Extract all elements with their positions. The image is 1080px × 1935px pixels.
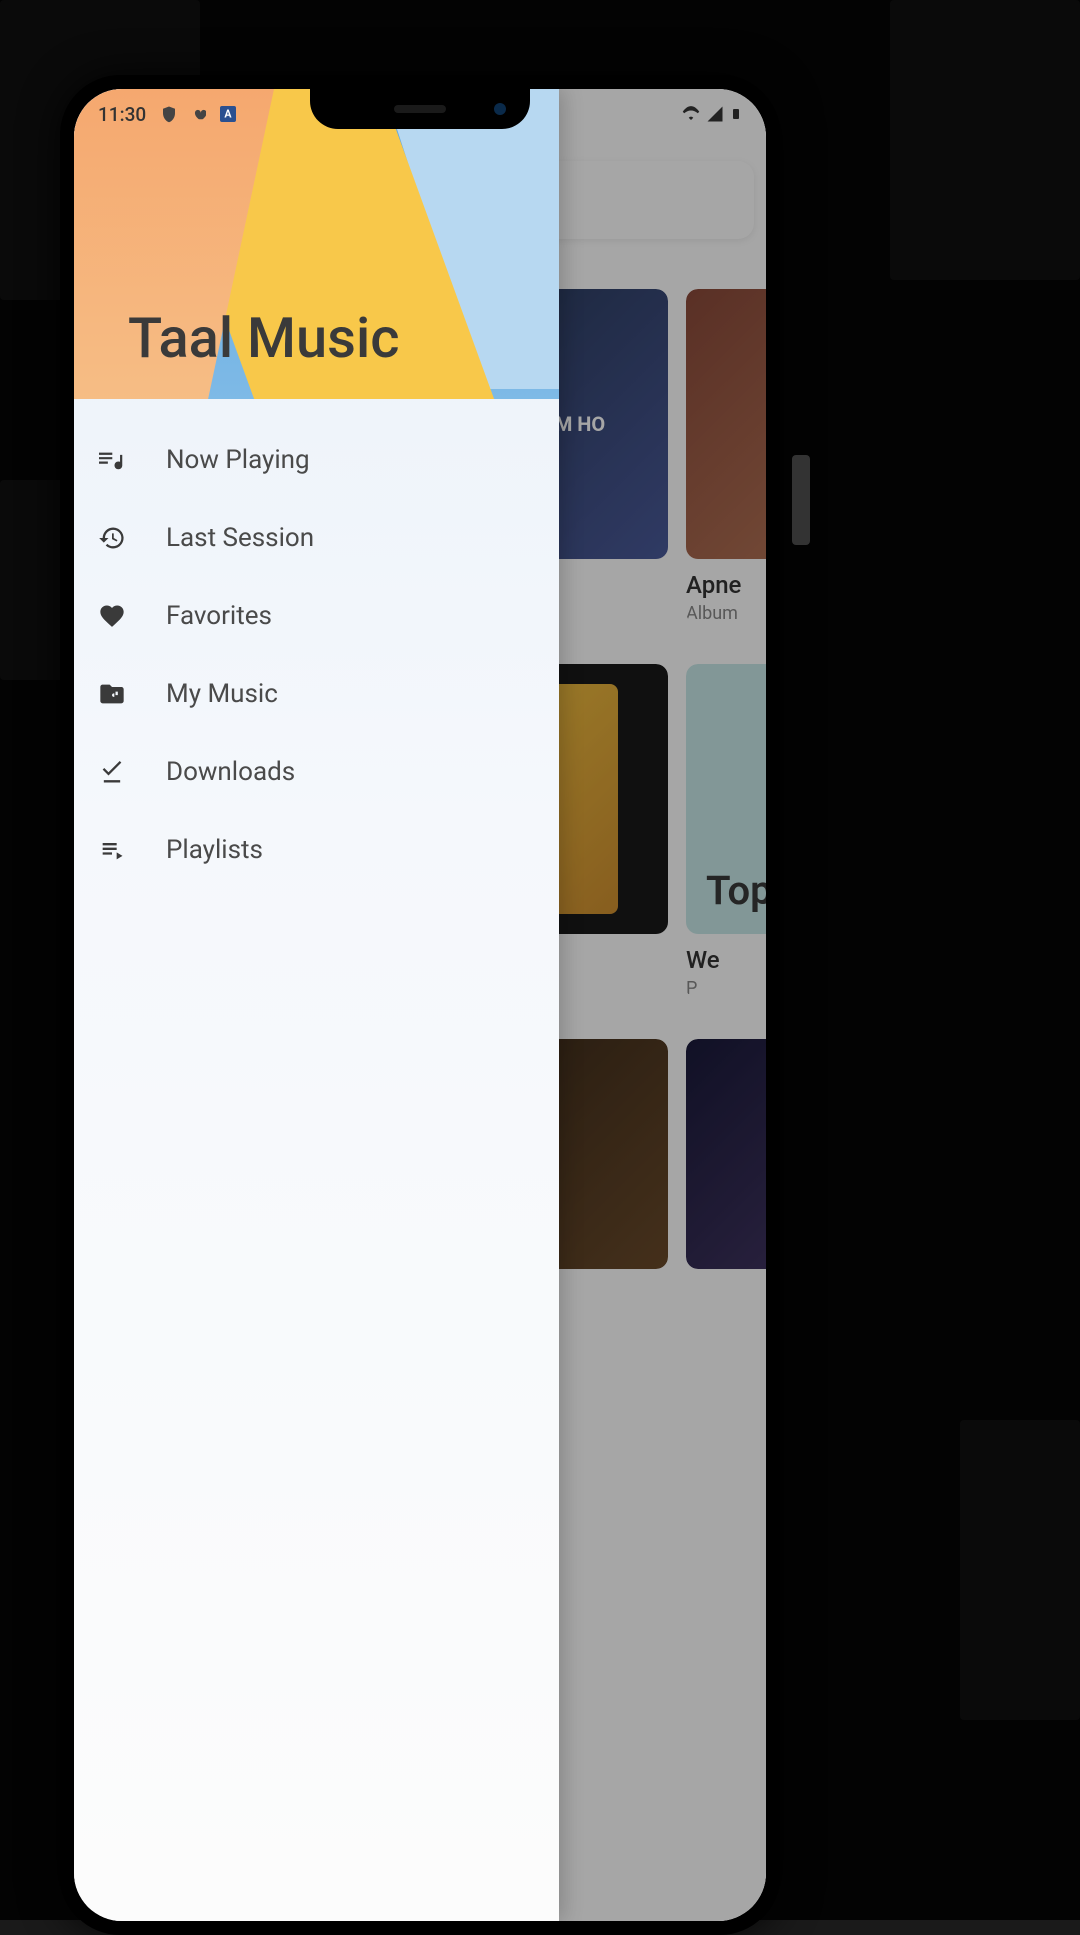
menu-item-playlists[interactable]: Playlists bbox=[74, 811, 559, 889]
navigation-drawer: Taal Music Now Playing Last Session Favo… bbox=[74, 89, 559, 1921]
signal-icon bbox=[706, 105, 724, 123]
menu-label: Now Playing bbox=[166, 445, 310, 475]
menu-item-last-session[interactable]: Last Session bbox=[74, 499, 559, 577]
phone-notch bbox=[310, 89, 530, 129]
app-badge-icon: A bbox=[220, 106, 236, 122]
app-title: Taal Music bbox=[128, 305, 400, 371]
status-time: 11:30 bbox=[98, 103, 146, 126]
phone-screen: 11:30 A REM HO eprise) l, Mohi… bbox=[74, 89, 766, 1921]
menu-item-now-playing[interactable]: Now Playing bbox=[74, 421, 559, 499]
heart-icon bbox=[98, 602, 126, 630]
menu-label: Last Session bbox=[166, 523, 314, 553]
menu-label: Favorites bbox=[166, 601, 272, 631]
wifi-icon bbox=[682, 105, 700, 123]
svg-text:A: A bbox=[225, 107, 233, 120]
download-done-icon bbox=[98, 758, 126, 786]
playlist-icon bbox=[98, 836, 126, 864]
phone-side-button bbox=[792, 455, 810, 545]
menu-label: Playlists bbox=[166, 835, 263, 865]
queue-music-icon bbox=[98, 446, 126, 474]
menu-item-favorites[interactable]: Favorites bbox=[74, 577, 559, 655]
menu-label: My Music bbox=[166, 679, 278, 709]
folder-music-icon bbox=[98, 680, 126, 708]
menu-label: Downloads bbox=[166, 757, 295, 787]
menu-item-my-music[interactable]: My Music bbox=[74, 655, 559, 733]
shield-icon bbox=[160, 105, 178, 123]
menu-item-downloads[interactable]: Downloads bbox=[74, 733, 559, 811]
wellness-icon bbox=[192, 107, 206, 121]
phone-frame: 11:30 A REM HO eprise) l, Mohi… bbox=[60, 75, 780, 1935]
drawer-menu: Now Playing Last Session Favorites My Mu… bbox=[74, 399, 559, 911]
battery-icon bbox=[730, 105, 742, 123]
history-icon bbox=[98, 524, 126, 552]
